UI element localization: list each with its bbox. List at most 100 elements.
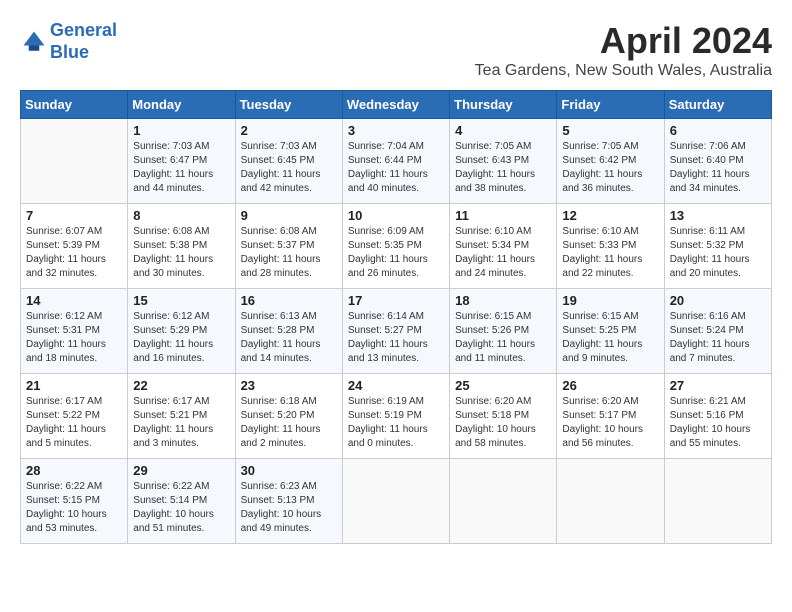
- weekday-header-tuesday: Tuesday: [235, 91, 342, 119]
- day-number: 8: [133, 208, 229, 223]
- day-info: Sunrise: 6:08 AMSunset: 5:37 PMDaylight:…: [241, 225, 337, 281]
- day-info: Sunrise: 6:22 AMSunset: 5:14 PMDaylight:…: [133, 480, 229, 536]
- logo-icon: [20, 28, 48, 56]
- day-number: 6: [670, 123, 766, 138]
- calendar-cell: 14Sunrise: 6:12 AMSunset: 5:31 PMDayligh…: [21, 289, 128, 374]
- calendar-cell: 22Sunrise: 6:17 AMSunset: 5:21 PMDayligh…: [128, 374, 235, 459]
- day-info: Sunrise: 6:21 AMSunset: 5:16 PMDaylight:…: [670, 395, 766, 451]
- day-number: 10: [348, 208, 444, 223]
- logo-general: General: [50, 20, 117, 40]
- calendar-cell: 2Sunrise: 7:03 AMSunset: 6:45 PMDaylight…: [235, 119, 342, 204]
- calendar-week-5: 28Sunrise: 6:22 AMSunset: 5:15 PMDayligh…: [21, 459, 772, 544]
- title-block: April 2024 Tea Gardens, New South Wales,…: [475, 20, 772, 80]
- calendar-cell: 26 Sunrise: 6:20 AMSunset: 5:17 PMDayligh…: [557, 374, 664, 459]
- calendar-cell: 10 Sunrise: 6:09 AMSunset: 5:35 PMDayligh…: [342, 204, 449, 289]
- weekday-header-monday: Monday: [128, 91, 235, 119]
- day-info: Sunrise: 6:08 AMSunset: 5:38 PMDaylight:…: [133, 225, 229, 281]
- day-number: 16: [241, 293, 337, 308]
- calendar-cell: 21 Sunrise: 6:17 AMSunset: 5:22 PMDayligh…: [21, 374, 128, 459]
- day-number: 4: [455, 123, 551, 138]
- day-number: 2: [241, 123, 337, 138]
- day-info: Sunrise: 6:07 AMSunset: 5:39 PMDaylight:…: [26, 225, 122, 281]
- weekday-header-saturday: Saturday: [664, 91, 771, 119]
- location-title: Tea Gardens, New South Wales, Australia: [475, 62, 772, 80]
- calendar-cell: 17 Sunrise: 6:14 AMSunset: 5:27 PMDayligh…: [342, 289, 449, 374]
- calendar-cell: [557, 459, 664, 544]
- day-number: 17: [348, 293, 444, 308]
- calendar-cell: 28Sunrise: 6:22 AMSunset: 5:15 PMDayligh…: [21, 459, 128, 544]
- day-number: 25: [455, 378, 551, 393]
- calendar-cell: 19 Sunrise: 6:15 AMSunset: 5:25 PMDayligh…: [557, 289, 664, 374]
- calendar-cell: 4 Sunrise: 7:05 AMSunset: 6:43 PMDaylight…: [450, 119, 557, 204]
- calendar-week-4: 21 Sunrise: 6:17 AMSunset: 5:22 PMDayligh…: [21, 374, 772, 459]
- calendar-cell: 25 Sunrise: 6:20 AMSunset: 5:18 PMDayligh…: [450, 374, 557, 459]
- calendar-cell: 3 Sunrise: 7:04 AMSunset: 6:44 PMDaylight…: [342, 119, 449, 204]
- day-info: Sunrise: 6:16 AMSunset: 5:24 PMDaylight:…: [670, 310, 766, 366]
- day-number: 11: [455, 208, 551, 223]
- calendar-cell: [342, 459, 449, 544]
- calendar-cell: 23 Sunrise: 6:18 AMSunset: 5:20 PMDayligh…: [235, 374, 342, 459]
- logo-blue: Blue: [50, 42, 89, 62]
- day-number: 23: [241, 378, 337, 393]
- weekday-header-friday: Friday: [557, 91, 664, 119]
- day-number: 5: [562, 123, 658, 138]
- day-number: 27: [670, 378, 766, 393]
- calendar-week-1: 1 Sunrise: 7:03 AMSunset: 6:47 PMDaylight…: [21, 119, 772, 204]
- day-info: Sunrise: 7:05 AMSunset: 6:43 PMDaylight:…: [455, 140, 551, 196]
- weekday-header-sunday: Sunday: [21, 91, 128, 119]
- day-info: Sunrise: 6:10 AMSunset: 5:33 PMDaylight:…: [562, 225, 658, 281]
- calendar-cell: 18 Sunrise: 6:15 AMSunset: 5:26 PMDayligh…: [450, 289, 557, 374]
- calendar-cell: 27 Sunrise: 6:21 AMSunset: 5:16 PMDayligh…: [664, 374, 771, 459]
- day-number: 20: [670, 293, 766, 308]
- day-info: Sunrise: 6:15 AMSunset: 5:26 PMDaylight:…: [455, 310, 551, 366]
- calendar-week-3: 14Sunrise: 6:12 AMSunset: 5:31 PMDayligh…: [21, 289, 772, 374]
- day-number: 3: [348, 123, 444, 138]
- calendar-cell: 5Sunrise: 7:05 AMSunset: 6:42 PMDaylight…: [557, 119, 664, 204]
- logo: General Blue: [20, 20, 117, 63]
- calendar-cell: 12Sunrise: 6:10 AMSunset: 5:33 PMDayligh…: [557, 204, 664, 289]
- day-info: Sunrise: 6:17 AMSunset: 5:22 PMDaylight:…: [26, 395, 122, 451]
- calendar-cell: 9 Sunrise: 6:08 AMSunset: 5:37 PMDaylight…: [235, 204, 342, 289]
- day-number: 21: [26, 378, 122, 393]
- day-info: Sunrise: 6:19 AMSunset: 5:19 PMDaylight:…: [348, 395, 444, 451]
- day-number: 24: [348, 378, 444, 393]
- day-info: Sunrise: 6:23 AMSunset: 5:13 PMDaylight:…: [241, 480, 337, 536]
- weekday-header-row: SundayMondayTuesdayWednesdayThursdayFrid…: [21, 91, 772, 119]
- day-info: Sunrise: 6:12 AMSunset: 5:31 PMDaylight:…: [26, 310, 122, 366]
- day-info: Sunrise: 6:18 AMSunset: 5:20 PMDaylight:…: [241, 395, 337, 451]
- day-info: Sunrise: 6:20 AMSunset: 5:17 PMDaylight:…: [562, 395, 658, 451]
- day-info: Sunrise: 7:04 AMSunset: 6:44 PMDaylight:…: [348, 140, 444, 196]
- day-info: Sunrise: 6:11 AMSunset: 5:32 PMDaylight:…: [670, 225, 766, 281]
- day-info: Sunrise: 6:10 AMSunset: 5:34 PMDaylight:…: [455, 225, 551, 281]
- calendar-cell: 16Sunrise: 6:13 AMSunset: 5:28 PMDayligh…: [235, 289, 342, 374]
- day-number: 19: [562, 293, 658, 308]
- day-number: 18: [455, 293, 551, 308]
- day-number: 7: [26, 208, 122, 223]
- day-info: Sunrise: 7:03 AMSunset: 6:47 PMDaylight:…: [133, 140, 229, 196]
- day-info: Sunrise: 6:20 AMSunset: 5:18 PMDaylight:…: [455, 395, 551, 451]
- day-number: 15: [133, 293, 229, 308]
- calendar-cell: 13 Sunrise: 6:11 AMSunset: 5:32 PMDayligh…: [664, 204, 771, 289]
- month-title: April 2024: [475, 20, 772, 62]
- day-number: 29: [133, 463, 229, 478]
- calendar-cell: [450, 459, 557, 544]
- day-info: Sunrise: 6:14 AMSunset: 5:27 PMDaylight:…: [348, 310, 444, 366]
- calendar-table: SundayMondayTuesdayWednesdayThursdayFrid…: [20, 90, 772, 544]
- day-info: Sunrise: 6:15 AMSunset: 5:25 PMDaylight:…: [562, 310, 658, 366]
- day-number: 26: [562, 378, 658, 393]
- day-info: Sunrise: 6:22 AMSunset: 5:15 PMDaylight:…: [26, 480, 122, 536]
- weekday-header-thursday: Thursday: [450, 91, 557, 119]
- day-number: 22: [133, 378, 229, 393]
- calendar-cell: [21, 119, 128, 204]
- calendar-cell: [664, 459, 771, 544]
- day-number: 1: [133, 123, 229, 138]
- calendar-cell: 8 Sunrise: 6:08 AMSunset: 5:38 PMDaylight…: [128, 204, 235, 289]
- page-header: General Blue April 2024 Tea Gardens, New…: [20, 20, 772, 80]
- calendar-cell: 7 Sunrise: 6:07 AMSunset: 5:39 PMDaylight…: [21, 204, 128, 289]
- day-info: Sunrise: 6:09 AMSunset: 5:35 PMDaylight:…: [348, 225, 444, 281]
- calendar-cell: 1 Sunrise: 7:03 AMSunset: 6:47 PMDaylight…: [128, 119, 235, 204]
- calendar-week-2: 7 Sunrise: 6:07 AMSunset: 5:39 PMDaylight…: [21, 204, 772, 289]
- calendar-cell: 30Sunrise: 6:23 AMSunset: 5:13 PMDayligh…: [235, 459, 342, 544]
- day-number: 13: [670, 208, 766, 223]
- day-number: 9: [241, 208, 337, 223]
